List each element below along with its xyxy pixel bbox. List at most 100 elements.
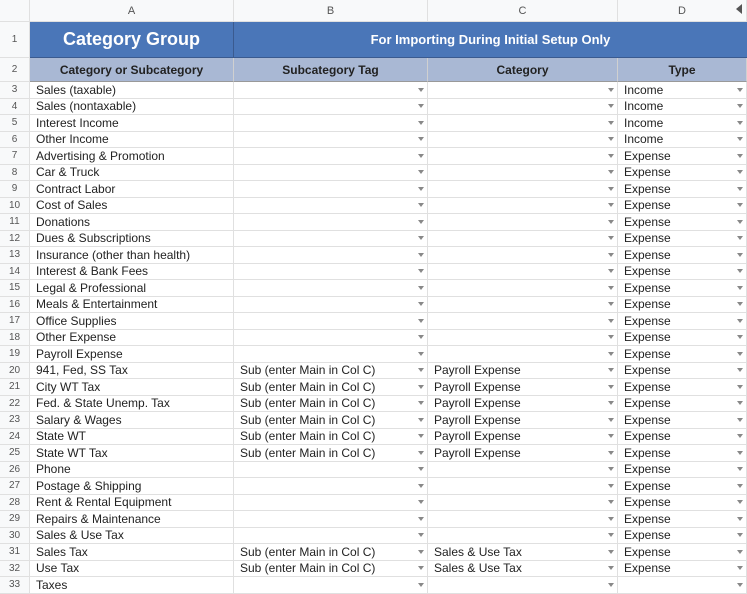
dropdown-icon[interactable]	[737, 236, 743, 240]
cell-a-18[interactable]: Other Expense	[30, 330, 234, 347]
dropdown-icon[interactable]	[608, 335, 614, 339]
cell-c-5[interactable]	[428, 115, 618, 132]
cell-b-30[interactable]	[234, 528, 428, 545]
dropdown-icon[interactable]	[418, 533, 424, 537]
cell-c-10[interactable]	[428, 198, 618, 215]
cell-b-22[interactable]: Sub (enter Main in Col C)	[234, 396, 428, 413]
cell-c-20[interactable]: Payroll Expense	[428, 363, 618, 380]
cell-b-13[interactable]	[234, 247, 428, 264]
cell-a-32[interactable]: Use Tax	[30, 561, 234, 578]
col-header-b[interactable]: B	[234, 0, 428, 22]
dropdown-icon[interactable]	[737, 187, 743, 191]
cell-b-3[interactable]	[234, 82, 428, 99]
dropdown-icon[interactable]	[418, 286, 424, 290]
cell-d-16[interactable]: Expense	[618, 297, 747, 314]
cell-d-24[interactable]: Expense	[618, 429, 747, 446]
dropdown-icon[interactable]	[418, 566, 424, 570]
scroll-left-icon[interactable]	[736, 4, 742, 14]
row-header-5[interactable]: 5	[0, 115, 30, 132]
col-header-d[interactable]: D	[618, 0, 747, 22]
cell-a-10[interactable]: Cost of Sales	[30, 198, 234, 215]
dropdown-icon[interactable]	[608, 121, 614, 125]
cell-c-25[interactable]: Payroll Expense	[428, 445, 618, 462]
banner-import-note[interactable]: For Importing During Initial Setup Only	[234, 22, 747, 58]
cell-c-9[interactable]	[428, 181, 618, 198]
cell-a-28[interactable]: Rent & Rental Equipment	[30, 495, 234, 512]
cell-d-27[interactable]: Expense	[618, 478, 747, 495]
cell-d-9[interactable]: Expense	[618, 181, 747, 198]
dropdown-icon[interactable]	[737, 253, 743, 257]
cell-a-31[interactable]: Sales Tax	[30, 544, 234, 561]
cell-c-19[interactable]	[428, 346, 618, 363]
cell-d-6[interactable]: Income	[618, 132, 747, 149]
dropdown-icon[interactable]	[737, 467, 743, 471]
dropdown-icon[interactable]	[418, 385, 424, 389]
cell-c-3[interactable]	[428, 82, 618, 99]
cell-d-25[interactable]: Expense	[618, 445, 747, 462]
cell-d-15[interactable]: Expense	[618, 280, 747, 297]
dropdown-icon[interactable]	[737, 418, 743, 422]
dropdown-icon[interactable]	[737, 500, 743, 504]
cell-c-15[interactable]	[428, 280, 618, 297]
dropdown-icon[interactable]	[418, 187, 424, 191]
cell-c-33[interactable]	[428, 577, 618, 594]
header-category-or-sub[interactable]: Category or Subcategory	[30, 58, 234, 82]
cell-b-16[interactable]	[234, 297, 428, 314]
row-header-6[interactable]: 6	[0, 132, 30, 149]
dropdown-icon[interactable]	[608, 220, 614, 224]
dropdown-icon[interactable]	[608, 368, 614, 372]
col-header-a[interactable]: A	[30, 0, 234, 22]
row-header-26[interactable]: 26	[0, 462, 30, 479]
dropdown-icon[interactable]	[608, 533, 614, 537]
dropdown-icon[interactable]	[737, 170, 743, 174]
dropdown-icon[interactable]	[608, 451, 614, 455]
row-header-32[interactable]: 32	[0, 561, 30, 578]
dropdown-icon[interactable]	[418, 550, 424, 554]
row-header-3[interactable]: 3	[0, 82, 30, 99]
dropdown-icon[interactable]	[608, 187, 614, 191]
cell-b-7[interactable]	[234, 148, 428, 165]
dropdown-icon[interactable]	[418, 137, 424, 141]
cell-c-11[interactable]	[428, 214, 618, 231]
dropdown-icon[interactable]	[608, 203, 614, 207]
dropdown-icon[interactable]	[418, 517, 424, 521]
row-header-12[interactable]: 12	[0, 231, 30, 248]
dropdown-icon[interactable]	[418, 484, 424, 488]
cell-a-19[interactable]: Payroll Expense	[30, 346, 234, 363]
cell-d-28[interactable]: Expense	[618, 495, 747, 512]
dropdown-icon[interactable]	[737, 302, 743, 306]
dropdown-icon[interactable]	[608, 434, 614, 438]
cell-b-9[interactable]	[234, 181, 428, 198]
dropdown-icon[interactable]	[418, 253, 424, 257]
cell-d-26[interactable]: Expense	[618, 462, 747, 479]
cell-b-6[interactable]	[234, 132, 428, 149]
dropdown-icon[interactable]	[418, 121, 424, 125]
dropdown-icon[interactable]	[737, 286, 743, 290]
row-header-30[interactable]: 30	[0, 528, 30, 545]
header-type[interactable]: Type	[618, 58, 747, 82]
dropdown-icon[interactable]	[737, 352, 743, 356]
row-header-19[interactable]: 19	[0, 346, 30, 363]
cell-a-8[interactable]: Car & Truck	[30, 165, 234, 182]
dropdown-icon[interactable]	[608, 566, 614, 570]
dropdown-icon[interactable]	[418, 368, 424, 372]
dropdown-icon[interactable]	[418, 220, 424, 224]
row-header-24[interactable]: 24	[0, 429, 30, 446]
cell-b-29[interactable]	[234, 511, 428, 528]
cell-b-12[interactable]	[234, 231, 428, 248]
cell-a-16[interactable]: Meals & Entertainment	[30, 297, 234, 314]
cell-b-20[interactable]: Sub (enter Main in Col C)	[234, 363, 428, 380]
row-header-10[interactable]: 10	[0, 198, 30, 215]
cell-b-24[interactable]: Sub (enter Main in Col C)	[234, 429, 428, 446]
cell-b-15[interactable]	[234, 280, 428, 297]
dropdown-icon[interactable]	[608, 88, 614, 92]
cell-a-15[interactable]: Legal & Professional	[30, 280, 234, 297]
cell-a-5[interactable]: Interest Income	[30, 115, 234, 132]
cell-d-32[interactable]: Expense	[618, 561, 747, 578]
cell-a-29[interactable]: Repairs & Maintenance	[30, 511, 234, 528]
header-category[interactable]: Category	[428, 58, 618, 82]
dropdown-icon[interactable]	[737, 550, 743, 554]
dropdown-icon[interactable]	[608, 236, 614, 240]
cell-c-29[interactable]	[428, 511, 618, 528]
row-header-2[interactable]: 2	[0, 58, 30, 82]
